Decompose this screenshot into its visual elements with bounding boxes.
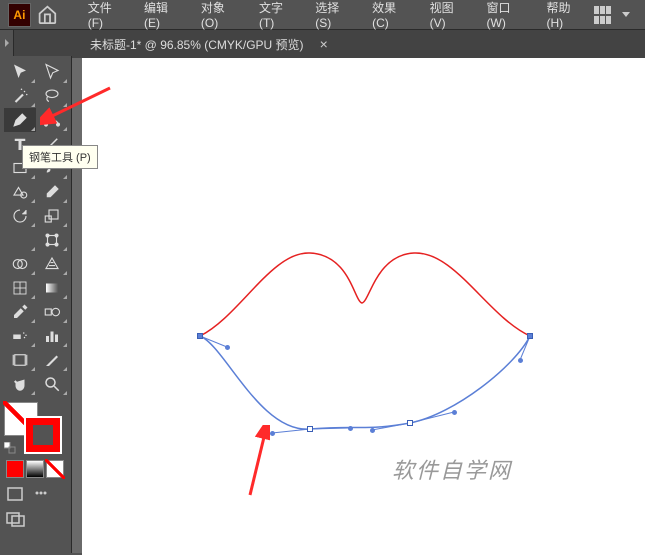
draw-normal-icon[interactable] bbox=[6, 486, 24, 504]
tool-column-graph[interactable] bbox=[36, 324, 68, 348]
draw-screen-modes bbox=[0, 480, 71, 534]
menu-help[interactable]: 帮助(H) bbox=[537, 0, 595, 34]
tool-artboard[interactable] bbox=[4, 348, 36, 372]
tool-scale[interactable] bbox=[36, 204, 68, 228]
workspace-switcher-icon[interactable] bbox=[594, 6, 612, 24]
anchor-point[interactable] bbox=[197, 333, 203, 339]
menu-view[interactable]: 视图(V) bbox=[420, 0, 477, 34]
tool-blend[interactable] bbox=[36, 300, 68, 324]
swatch-none[interactable] bbox=[46, 460, 64, 478]
tool-eraser[interactable] bbox=[36, 180, 68, 204]
handle-point[interactable] bbox=[518, 358, 523, 363]
stroke-color-box[interactable] bbox=[26, 418, 60, 452]
tool-shaper[interactable] bbox=[4, 180, 36, 204]
handle-point[interactable] bbox=[225, 345, 230, 350]
anchor-point[interactable] bbox=[527, 333, 533, 339]
menu-effect[interactable]: 效果(C) bbox=[362, 0, 420, 34]
anchor-point[interactable] bbox=[407, 420, 413, 426]
tool-symbol-sprayer[interactable] bbox=[4, 324, 36, 348]
swatch-gradient[interactable] bbox=[26, 460, 44, 478]
annotation-arrow-icon bbox=[40, 78, 120, 128]
canvas-area[interactable]: 软件自学网 bbox=[72, 58, 645, 553]
tool-width[interactable] bbox=[4, 228, 36, 252]
screen-mode-icon[interactable] bbox=[6, 512, 26, 528]
tool-perspective[interactable] bbox=[36, 252, 68, 276]
toolbar-collapse-toggle[interactable] bbox=[0, 30, 14, 56]
tab-close-icon[interactable]: × bbox=[320, 36, 328, 52]
home-icon[interactable] bbox=[37, 4, 58, 26]
tool-eyedropper[interactable] bbox=[4, 300, 36, 324]
path-lower-lip[interactable] bbox=[200, 336, 530, 429]
handle-point[interactable] bbox=[452, 410, 457, 415]
fill-stroke-control[interactable] bbox=[0, 400, 71, 458]
menu-file[interactable]: 文件(F) bbox=[78, 0, 134, 34]
dots-icon[interactable] bbox=[34, 486, 48, 500]
handle-point[interactable] bbox=[348, 426, 353, 431]
chevron-down-icon[interactable] bbox=[622, 12, 630, 18]
artboard[interactable]: 软件自学网 bbox=[82, 58, 645, 555]
tool-zoom[interactable] bbox=[36, 372, 68, 396]
tool-rotate[interactable] bbox=[4, 204, 36, 228]
tool-gradient[interactable] bbox=[36, 276, 68, 300]
tabbar: 未标题-1* @ 96.85% (CMYK/GPU 预览) × bbox=[0, 30, 645, 58]
tool-free-transform[interactable] bbox=[36, 228, 68, 252]
toolbar bbox=[0, 56, 72, 553]
tooltip-pen: 钢笔工具 (P) bbox=[22, 145, 98, 169]
color-mode-row bbox=[0, 458, 71, 480]
anchor-point[interactable] bbox=[307, 426, 313, 432]
artwork-svg bbox=[82, 58, 645, 555]
menu-edit[interactable]: 编辑(E) bbox=[134, 0, 191, 34]
menu-window[interactable]: 窗口(W) bbox=[477, 0, 537, 34]
tool-mesh[interactable] bbox=[4, 276, 36, 300]
menu-object[interactable]: 对象(O) bbox=[191, 0, 249, 34]
menu-select[interactable]: 选择(S) bbox=[305, 0, 362, 34]
handle-point[interactable] bbox=[270, 431, 275, 436]
document-tab[interactable]: 未标题-1* @ 96.85% (CMYK/GPU 预览) × bbox=[82, 31, 336, 58]
handle-point[interactable] bbox=[370, 428, 375, 433]
tool-pen[interactable] bbox=[4, 108, 36, 132]
tool-selection[interactable] bbox=[4, 60, 36, 84]
menu-items: 文件(F) 编辑(E) 对象(O) 文字(T) 选择(S) 效果(C) 视图(V… bbox=[78, 0, 594, 34]
tool-shape-builder[interactable] bbox=[4, 252, 36, 276]
menu-right bbox=[594, 6, 645, 24]
tab-title: 未标题-1* @ 96.85% (CMYK/GPU 预览) bbox=[90, 36, 304, 53]
menu-type[interactable]: 文字(T) bbox=[249, 0, 305, 34]
tool-magic-wand[interactable] bbox=[4, 84, 36, 108]
swatch-color[interactable] bbox=[6, 460, 24, 478]
tool-hand[interactable] bbox=[4, 372, 36, 396]
app-logo: Ai bbox=[8, 3, 31, 27]
tool-slice[interactable] bbox=[36, 348, 68, 372]
path-upper-lip[interactable] bbox=[200, 253, 530, 336]
default-fill-stroke-icon[interactable] bbox=[4, 442, 16, 454]
menubar: Ai 文件(F) 编辑(E) 对象(O) 文字(T) 选择(S) 效果(C) 视… bbox=[0, 0, 645, 30]
annotation-arrow-icon bbox=[210, 425, 270, 505]
